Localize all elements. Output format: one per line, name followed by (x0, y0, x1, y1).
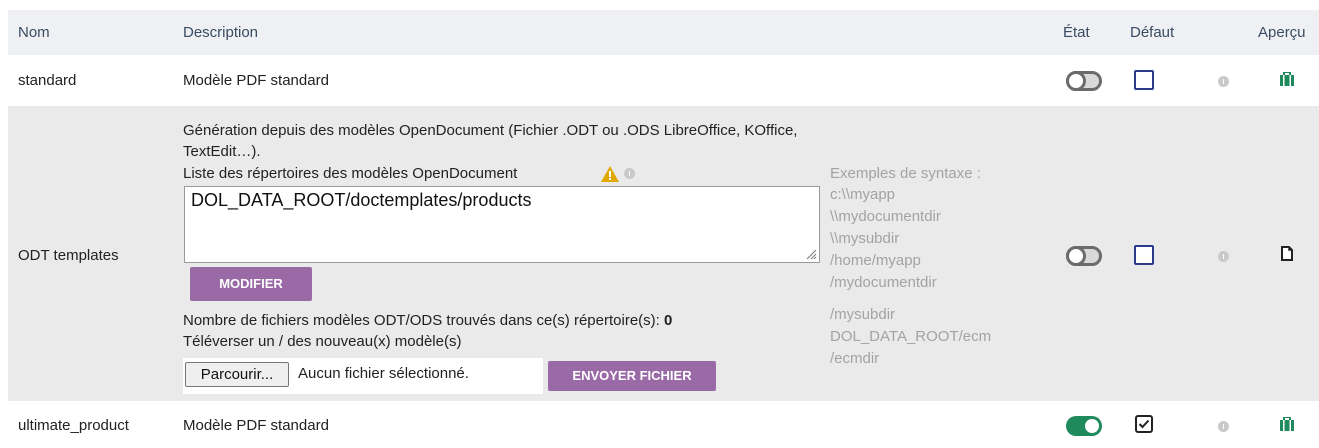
syntax-example: \\mysubdir (830, 230, 900, 247)
table-row: standard Modèle PDF standard (8, 55, 1319, 107)
modify-button[interactable]: MODIFIER (190, 267, 312, 301)
preview-pdf-icon[interactable] (1280, 72, 1294, 86)
syntax-examples-title: Exemples de syntaxe : (830, 165, 981, 182)
table-row: ODT templates Génération depuis des modè… (8, 106, 1319, 401)
default-checked-icon[interactable] (1135, 415, 1153, 433)
default-checkbox[interactable] (1134, 245, 1154, 265)
preview-pdf-icon[interactable] (1280, 417, 1294, 431)
default-checkbox[interactable] (1134, 70, 1154, 90)
no-file-selected-text: Aucun fichier sélectionné. (298, 365, 469, 382)
status-toggle-off[interactable] (1066, 246, 1102, 266)
dir-list-label: Liste des répertoires des modèles OpenDo… (183, 165, 518, 182)
row-description: Modèle PDF standard (183, 72, 329, 89)
syntax-example: /home/myapp (830, 252, 921, 269)
resize-handle-icon[interactable] (805, 248, 817, 260)
row-name: ultimate_product (18, 417, 129, 434)
column-header-defaut: Défaut (1130, 24, 1175, 41)
syntax-example: /mysubdir (830, 306, 896, 323)
syntax-example: /mydocumentdir (830, 274, 937, 291)
upload-label: Téléverser un / des nouveau(x) modèle(s) (183, 333, 462, 350)
row-name: ODT templates (18, 247, 119, 264)
template-dirs-textarea[interactable]: DOL_DATA_ROOT/doctemplates/products (184, 186, 820, 263)
textarea-value: DOL_DATA_ROOT/doctemplates/products (191, 190, 532, 210)
preview-document-icon[interactable] (1281, 246, 1293, 261)
row-description: Modèle PDF standard (183, 417, 329, 434)
row-description-line2: TextEdit…). (183, 143, 261, 160)
warning-icon (601, 166, 619, 182)
info-icon (1218, 421, 1229, 432)
column-header-nom[interactable]: Nom (18, 24, 50, 41)
table-row: ultimate_product Modèle PDF standard (8, 401, 1319, 448)
syntax-example: /ecmdir (830, 350, 880, 367)
row-name: standard (18, 72, 77, 89)
info-icon (624, 168, 635, 179)
syntax-example: c:\\myapp (830, 186, 896, 203)
template-count-value: 0 (664, 312, 673, 329)
status-toggle-on[interactable] (1066, 416, 1102, 436)
syntax-example: DOL_DATA_ROOT/ecm (830, 328, 992, 345)
browse-button[interactable]: Parcourir... (185, 362, 289, 387)
table-header: Nom Description État Défaut Aperçu (8, 10, 1319, 55)
template-count-label: Nombre de fichiers modèles ODT/ODS trouv… (183, 312, 673, 329)
send-file-button[interactable]: ENVOYER FICHIER (548, 361, 716, 391)
info-icon (1218, 76, 1229, 87)
info-icon (1218, 251, 1229, 262)
column-header-apercu: Aperçu (1258, 24, 1306, 41)
status-toggle-off[interactable] (1066, 71, 1102, 91)
syntax-example: \\mydocumentdir (830, 208, 941, 225)
column-header-description[interactable]: Description (183, 24, 258, 41)
column-header-etat: État (1063, 24, 1090, 41)
row-description-line1: Génération depuis des modèles OpenDocume… (183, 122, 798, 139)
